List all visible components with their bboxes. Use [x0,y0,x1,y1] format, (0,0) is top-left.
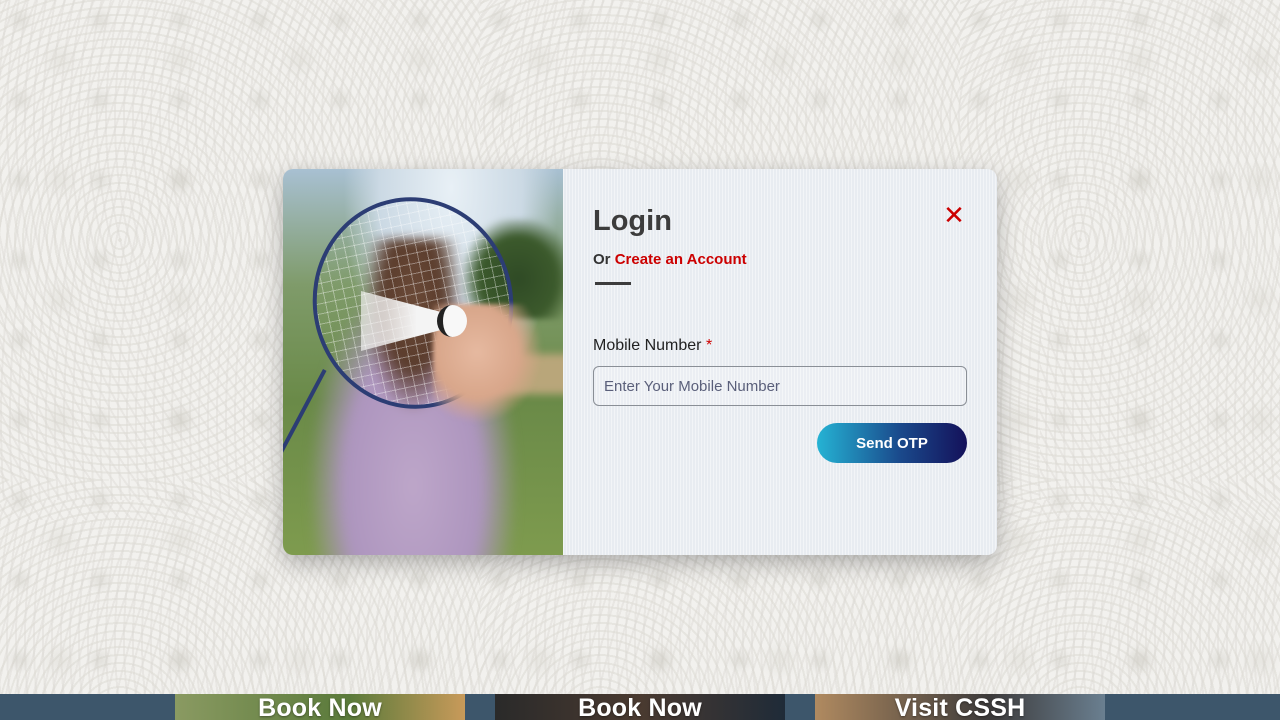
shuttlecock-feathers [361,291,441,351]
bottom-banner-strip: Book Now Book Now Visit CSSH [0,694,1280,720]
or-text: Or [593,251,611,268]
send-otp-button[interactable]: Send OTP [817,423,967,463]
book-now-card-1[interactable]: Book Now [175,694,465,720]
create-account-line: Or Create an Account [593,251,967,268]
create-account-link[interactable]: Create an Account [615,251,747,268]
title-underline-divider [595,282,631,285]
visit-cssh-card[interactable]: Visit CSSH [815,694,1105,720]
mobile-label-text: Mobile Number [593,337,702,354]
shuttlecock-cork [437,305,467,337]
login-modal: Login ✕ Or Create an Account Mobile Numb… [283,169,997,555]
mobile-number-input[interactable] [593,366,967,406]
book-now-card-2[interactable]: Book Now [495,694,785,720]
mobile-number-label: Mobile Number * [593,337,967,355]
visit-cssh-label: Visit CSSH [894,694,1026,720]
login-title: Login [593,205,672,237]
required-asterisk: * [705,337,713,354]
close-icon[interactable]: ✕ [943,202,965,228]
book-now-label-1: Book Now [258,694,382,720]
image-shuttlecock [361,291,467,351]
login-form-panel: Login ✕ Or Create an Account Mobile Numb… [563,169,997,555]
badminton-player-image [283,169,563,555]
book-now-label-2: Book Now [578,694,702,720]
